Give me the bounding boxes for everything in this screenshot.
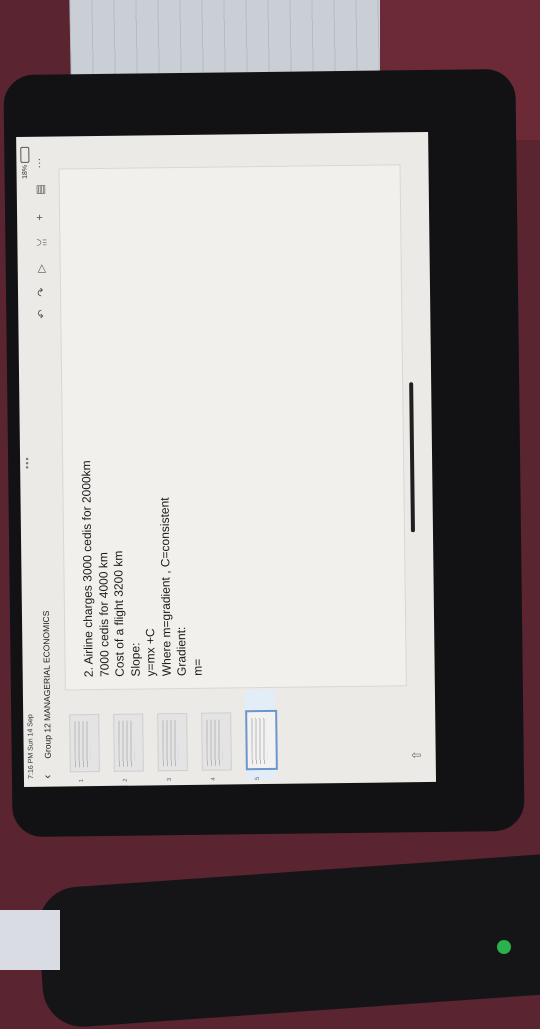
thumbnail-preview (245, 709, 278, 771)
background-phone-screen (0, 910, 60, 970)
share-person-icon[interactable]: ꈍ (34, 238, 49, 247)
thumbnail-number: 2 (122, 778, 130, 782)
thumbnail-number: 5 (254, 776, 261, 781)
thumbnail-number: 3 (166, 777, 174, 782)
slide-thumbnail-panel: 1 2 3 4 5 (63, 686, 436, 787)
background-phone (35, 850, 540, 1029)
toolbar: ••• ‹ Group 12 MANAGERIAL ECONOMICS ↶ ↷ … (22, 137, 60, 787)
slide-thumbnail[interactable]: 3 (157, 691, 188, 781)
comment-icon[interactable]: ▤ (34, 184, 47, 195)
play-icon[interactable]: ▷ (35, 264, 48, 273)
slide-thumbnail[interactable]: 4 (201, 690, 232, 781)
more-menu-icon[interactable]: ··· (33, 158, 45, 169)
home-indicator[interactable] (409, 382, 415, 533)
slide-thumbnail-selected[interactable]: 5 (244, 689, 278, 781)
tablet-device: 7:16 PM Sun 14 Sep 18% ••• ‹ Group 12 MA… (3, 68, 525, 838)
thumbnail-preview (201, 712, 232, 771)
status-time-date: 7:16 PM Sun 14 Sep (27, 714, 35, 779)
document-title: Group 12 MANAGERIAL ECONOMICS (40, 610, 53, 759)
undo-icon[interactable]: ↶ (35, 309, 48, 318)
battery-icon (20, 146, 30, 163)
add-icon[interactable]: + (34, 214, 46, 221)
slide-canvas[interactable]: 2. Airline charges 3000 cedis for 2000km… (58, 164, 407, 691)
slide-thumbnail[interactable]: 1 (69, 692, 100, 782)
slide-text-box[interactable]: 2. Airline charges 3000 cedis for 2000km… (76, 216, 206, 677)
thumbnail-number: 1 (78, 778, 86, 783)
status-battery: 18% (20, 146, 30, 179)
multitask-dots[interactable]: ••• (22, 456, 32, 469)
thumbnail-preview (113, 713, 144, 772)
tablet-screen: 7:16 PM Sun 14 Sep 18% ••• ‹ Group 12 MA… (16, 131, 437, 787)
thumbnail-number: 4 (210, 777, 217, 781)
redo-icon[interactable]: ↷ (35, 287, 48, 296)
add-slide-icon[interactable]: ⇧ (410, 750, 424, 760)
thumbnail-preview (157, 712, 188, 772)
background-green-dot (497, 940, 511, 954)
battery-percent: 18% (21, 164, 29, 179)
slide-thumbnail[interactable]: 2 (113, 691, 144, 782)
back-button[interactable]: ‹ (40, 775, 54, 779)
thumbnail-preview (69, 714, 100, 773)
